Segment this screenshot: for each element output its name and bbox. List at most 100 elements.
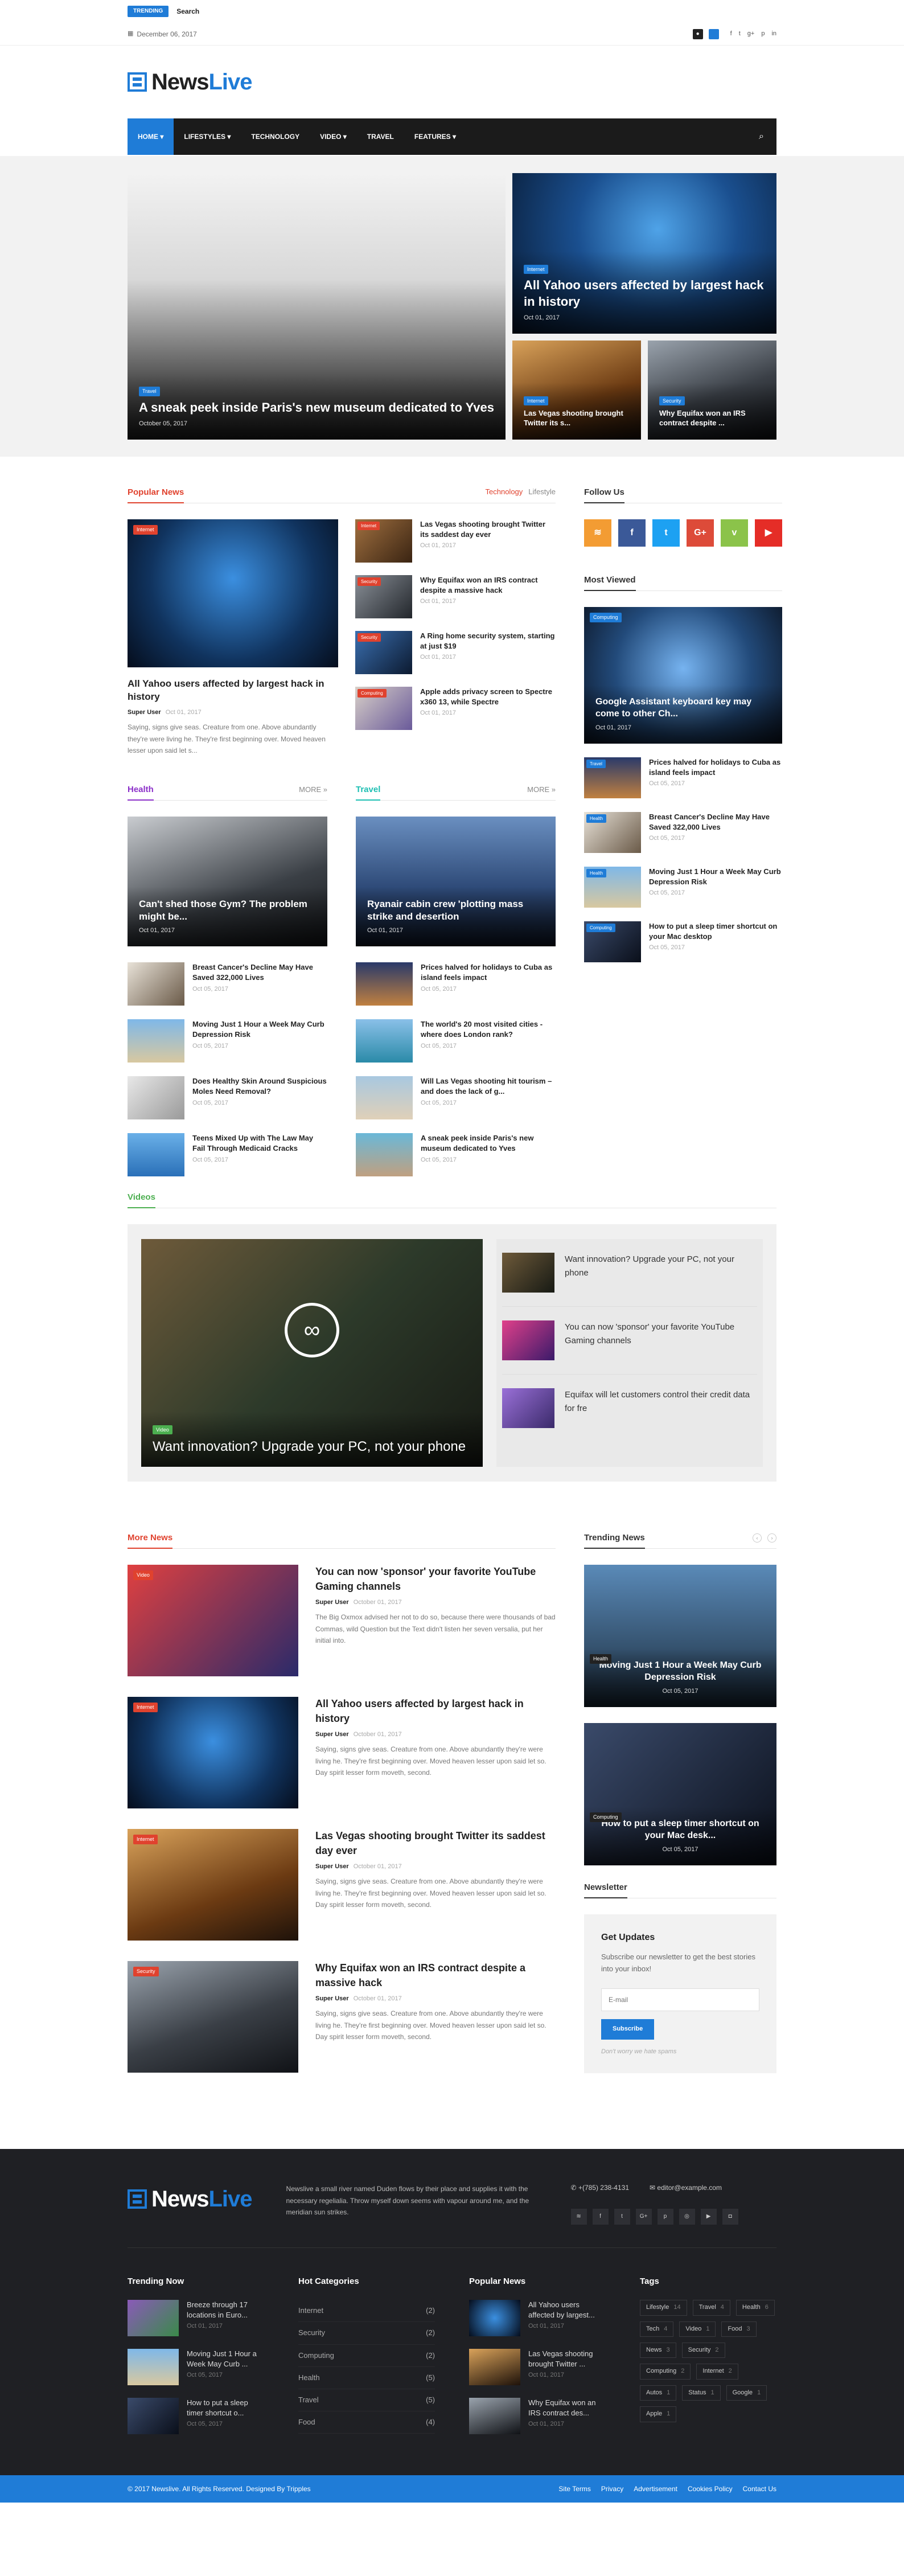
nav-travel[interactable]: Travel — [357, 118, 404, 155]
post-title[interactable]: Can't shed those Gym? The problem might … — [139, 898, 316, 923]
most-viewed-featured[interactable]: Computing Google Assistant keyboard key … — [584, 607, 782, 744]
category-badge[interactable]: Internet — [133, 525, 158, 535]
post-title[interactable]: Google Assistant keyboard key may come t… — [595, 696, 771, 720]
google-plus-icon[interactable]: G+ — [687, 519, 714, 547]
twitter-icon[interactable]: t — [614, 2209, 630, 2225]
list-item[interactable]: All Yahoo users affected by largest... Oc… — [469, 2300, 606, 2337]
list-item[interactable]: Health Breast Cancer's Decline May Have S… — [584, 812, 782, 853]
more-link[interactable]: MORE » — [527, 785, 556, 795]
google-plus-icon[interactable]: g+ — [747, 30, 755, 38]
tag-link[interactable]: Tech 4 — [640, 2321, 674, 2337]
tag-link[interactable]: Apple 1 — [640, 2406, 677, 2422]
rss-icon[interactable]: ≋ — [570, 2209, 587, 2225]
post-title[interactable]: All Yahoo users affected by largest hack… — [128, 678, 338, 704]
category-badge[interactable]: Security — [659, 396, 685, 406]
list-item[interactable]: How to put a sleep timer shortcut o... Oc… — [128, 2398, 264, 2435]
list-item[interactable]: Computing How to put a sleep timer shortc… — [584, 921, 782, 962]
list-item[interactable]: A sneak peek inside Paris's new museum d… — [356, 1133, 556, 1177]
post-author[interactable]: Super User — [128, 709, 161, 716]
category-link[interactable]: Internet (2) — [298, 2300, 435, 2323]
pinterest-icon[interactable]: p — [657, 2209, 673, 2225]
hero-small-post[interactable]: Security Why Equifax won an IRS contract … — [648, 341, 776, 440]
post-title[interactable]: Ryanair cabin crew 'plotting mass strike… — [367, 898, 544, 923]
category-link[interactable]: Computing (2) — [298, 2345, 435, 2367]
more-news-item[interactable]: Internet Las Vegas shooting brought Twit… — [128, 1829, 556, 1941]
more-news-item[interactable]: Video You can now 'sponsor' your favorit… — [128, 1565, 556, 1677]
post-title[interactable]: Apple adds privacy screen to Spectre x36… — [420, 687, 556, 707]
more-news-item[interactable]: Security Why Equifax won an IRS contract… — [128, 1961, 556, 2073]
dribbble-icon[interactable]: ◎ — [679, 2209, 695, 2225]
nav-lifestyles[interactable]: Lifestyles ▾ — [174, 118, 241, 155]
list-item[interactable]: Does Healthy Skin Around Suspicious Mole… — [128, 1076, 327, 1120]
vine-icon[interactable]: v — [721, 519, 748, 547]
list-item[interactable]: Health Moving Just 1 Hour a Week May Curb… — [584, 867, 782, 908]
tab-technology[interactable]: Technology — [486, 487, 523, 497]
linkedin-icon[interactable]: in — [771, 30, 776, 38]
trending-title[interactable]: Search — [176, 7, 199, 17]
email-icon[interactable]: ✉ editor@example.com — [650, 2184, 732, 2192]
tag-link[interactable]: Health 6 — [735, 2300, 775, 2316]
tag-link[interactable]: Google 1 — [726, 2385, 767, 2401]
prev-arrow-icon[interactable]: ‹ — [753, 1533, 762, 1543]
tag-link[interactable]: Travel 4 — [692, 2300, 730, 2316]
subscribe-button[interactable]: Subscribe — [601, 2019, 655, 2040]
post-title[interactable]: A Ring home security system, starting at… — [420, 631, 556, 651]
nav-home[interactable]: Home ▾ — [128, 118, 174, 155]
category-link[interactable]: Food (4) — [298, 2411, 435, 2434]
post-title[interactable]: Why Equifax won an IRS contract despite … — [315, 1961, 556, 1990]
play-icon[interactable]: ∞ — [285, 1303, 339, 1358]
tag-link[interactable]: Autos 1 — [640, 2385, 677, 2401]
list-item[interactable]: Why Equifax won an IRS contract des... Oc… — [469, 2398, 606, 2435]
footer-link[interactable]: Privacy — [601, 2484, 623, 2494]
video-list-item[interactable]: You can now 'sponsor' your favorite YouT… — [502, 1307, 757, 1375]
post-title[interactable]: All Yahoo users affected by largest hack… — [315, 1697, 556, 1725]
nav-search-icon[interactable]: ⌕ — [746, 130, 776, 143]
list-item[interactable]: Moving Just 1 Hour a Week May Curb Depre… — [128, 1019, 327, 1063]
more-link[interactable]: MORE » — [299, 785, 327, 795]
twitter-icon[interactable]: t — [739, 30, 741, 38]
popular-featured-post[interactable]: Internet All Yahoo users affected by lar… — [128, 519, 338, 756]
post-title[interactable]: A sneak peek inside Paris's new museum d… — [139, 400, 494, 416]
facebook-icon[interactable]: f — [618, 519, 646, 547]
tag-link[interactable]: Lifestyle 14 — [640, 2300, 687, 2316]
nav-technology[interactable]: Technology — [241, 118, 310, 155]
post-title[interactable]: Why Equifax won an IRS contract despite … — [420, 575, 556, 595]
list-item[interactable]: Prices halved for holidays to Cuba as is… — [356, 962, 556, 1006]
tag-link[interactable]: Video 1 — [679, 2321, 716, 2337]
next-arrow-icon[interactable]: › — [767, 1533, 776, 1543]
tab-lifestyle[interactable]: Lifestyle — [528, 487, 556, 497]
video-player[interactable]: ∞ Video Want innovation? Upgrade your PC,… — [141, 1239, 483, 1467]
video-list-item[interactable]: Equifax will let customers control their… — [502, 1375, 757, 1442]
travel-featured-post[interactable]: Ryanair cabin crew 'plotting mass strike… — [356, 817, 556, 947]
search-icon[interactable]: ⌕ — [708, 29, 719, 39]
list-item[interactable]: Will Las Vegas shooting hit tourism – an… — [356, 1076, 556, 1120]
footer-link[interactable]: Contact Us — [743, 2484, 776, 2494]
nav-video[interactable]: Video ▾ — [310, 118, 357, 155]
youtube-icon[interactable]: ▶ — [755, 519, 782, 547]
youtube-icon[interactable]: ▶ — [700, 2209, 717, 2225]
pinterest-icon[interactable]: p — [761, 30, 765, 38]
twitter-icon[interactable]: t — [652, 519, 680, 547]
post-title[interactable]: Las Vegas shooting brought Twitter its s… — [420, 519, 556, 539]
hero-small-post[interactable]: Internet Las Vegas shooting brought Twitt… — [512, 341, 641, 440]
list-item[interactable]: Las Vegas shooting brought Twitter ... Oc… — [469, 2349, 606, 2386]
health-featured-post[interactable]: Can't shed those Gym? The problem might … — [128, 817, 327, 947]
post-title[interactable]: Las Vegas shooting brought Twitter its s… — [315, 1829, 556, 1857]
list-item[interactable]: Breeze through 17 locations in Euro... Oc… — [128, 2300, 264, 2337]
footer-logo[interactable]: NewsLive — [128, 2183, 253, 2215]
video-title[interactable]: Want innovation? Upgrade your PC, not yo… — [153, 1438, 471, 1455]
list-item[interactable]: Teens Mixed Up with The Law May Fail Thr… — [128, 1133, 327, 1177]
list-item[interactable]: Computing Apple adds privacy screen to Sp… — [355, 687, 556, 730]
category-badge[interactable]: Internet — [524, 396, 548, 406]
post-title[interactable]: Moving Just 1 Hour a Week May Curb Depre… — [595, 1660, 765, 1684]
list-item[interactable]: Security Why Equifax won an IRS contract … — [355, 575, 556, 618]
list-item[interactable]: Travel Prices halved for holidays to Cuba… — [584, 757, 782, 798]
more-news-item[interactable]: Internet All Yahoo users affected by lar… — [128, 1697, 556, 1809]
email-field[interactable] — [601, 1988, 759, 2012]
category-badge[interactable]: Internet — [524, 264, 548, 274]
hero-main-post[interactable]: Travel A sneak peek inside Paris's new m… — [128, 173, 506, 440]
post-title[interactable]: All Yahoo users affected by largest hack… — [524, 277, 765, 310]
hero-top-post[interactable]: Internet All Yahoo users affected by lar… — [512, 173, 776, 334]
tag-link[interactable]: Computing 2 — [640, 2364, 691, 2380]
facebook-icon[interactable]: f — [592, 2209, 609, 2225]
